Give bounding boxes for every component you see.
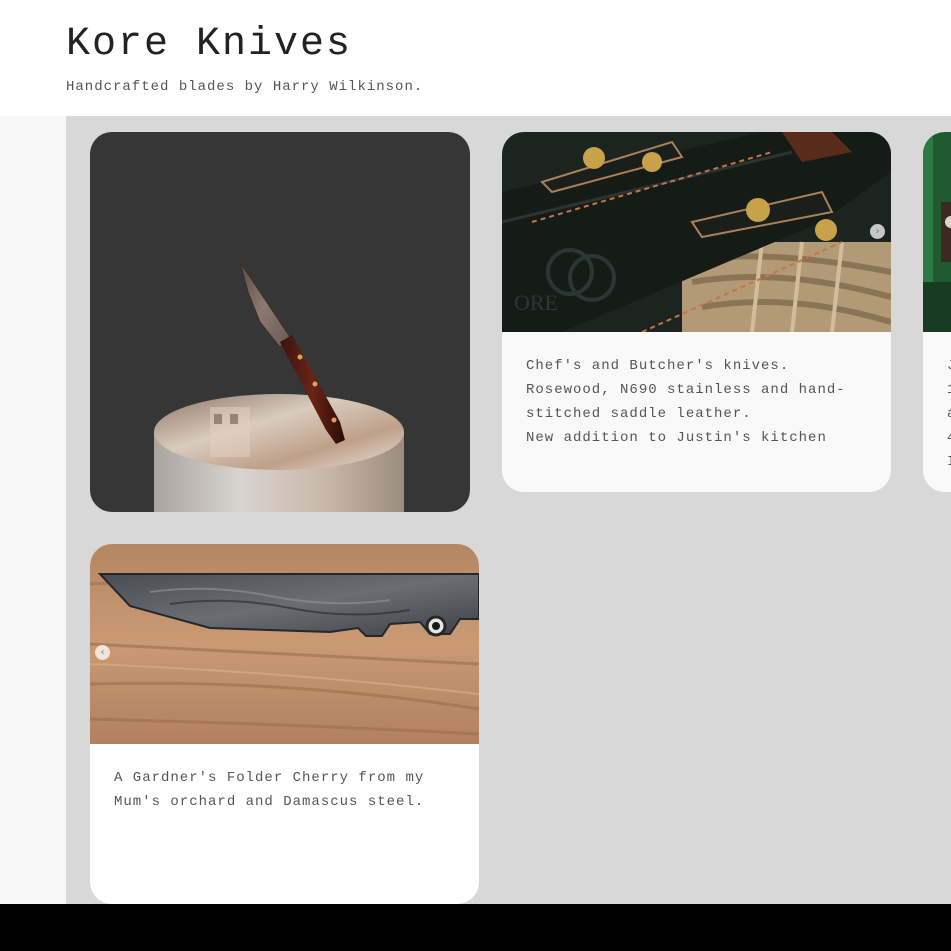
- site-header: Kore Knives Handcrafted blades by Harry …: [0, 0, 951, 116]
- card-3d-knife-model[interactable]: [90, 132, 470, 512]
- caption-line: A Gardner's Folder Cherry from my: [114, 770, 425, 786]
- left-margin: [0, 116, 66, 904]
- damascus-blade-photo[interactable]: [90, 544, 479, 744]
- caption-line: Chef's and Butcher's knives.: [526, 358, 790, 374]
- caption-line: J: [947, 354, 951, 378]
- chevron-left-icon[interactable]: ‹: [95, 645, 110, 660]
- knife-render-image[interactable]: [90, 132, 470, 512]
- card-partial-right[interactable]: J 1 a 4 I: [923, 132, 951, 492]
- card-caption: A Gardner's Folder Cherry from my Mum's …: [90, 744, 479, 836]
- caption-line: 4: [947, 426, 951, 450]
- card-damascus-blade[interactable]: ‹ A Gardner's Folder Cherry from my Mum'…: [90, 544, 479, 904]
- site-title[interactable]: Kore Knives: [66, 22, 352, 67]
- caption-line: a: [947, 402, 951, 426]
- caption-line: Rosewood, N690 stainless and hand-: [526, 382, 846, 398]
- caption-line: New addition to Justin's kitchen: [526, 430, 827, 446]
- svg-text:ORE: ORE: [514, 290, 558, 315]
- green-photo[interactable]: [923, 132, 951, 332]
- card-leather-sheaths[interactable]: ORE › Chef's and Butcher's knives. Rosew…: [502, 132, 891, 492]
- card-caption: J 1 a 4 I: [923, 332, 951, 492]
- gallery-grid: ORE › Chef's and Butcher's knives. Rosew…: [66, 116, 951, 904]
- caption-line: I: [947, 450, 951, 474]
- caption-line: stitched saddle leather.: [526, 406, 752, 422]
- bottom-bar: [0, 904, 951, 951]
- caption-line: 1: [947, 378, 951, 402]
- card-caption: Chef's and Butcher's knives. Rosewood, N…: [502, 332, 891, 492]
- leather-sheath-photo[interactable]: ORE: [502, 132, 891, 332]
- site-tagline: Handcrafted blades by Harry Wilkinson.: [66, 79, 424, 95]
- caption-line: Mum's orchard and Damascus steel.: [114, 794, 425, 810]
- chevron-right-icon[interactable]: ›: [870, 224, 885, 239]
